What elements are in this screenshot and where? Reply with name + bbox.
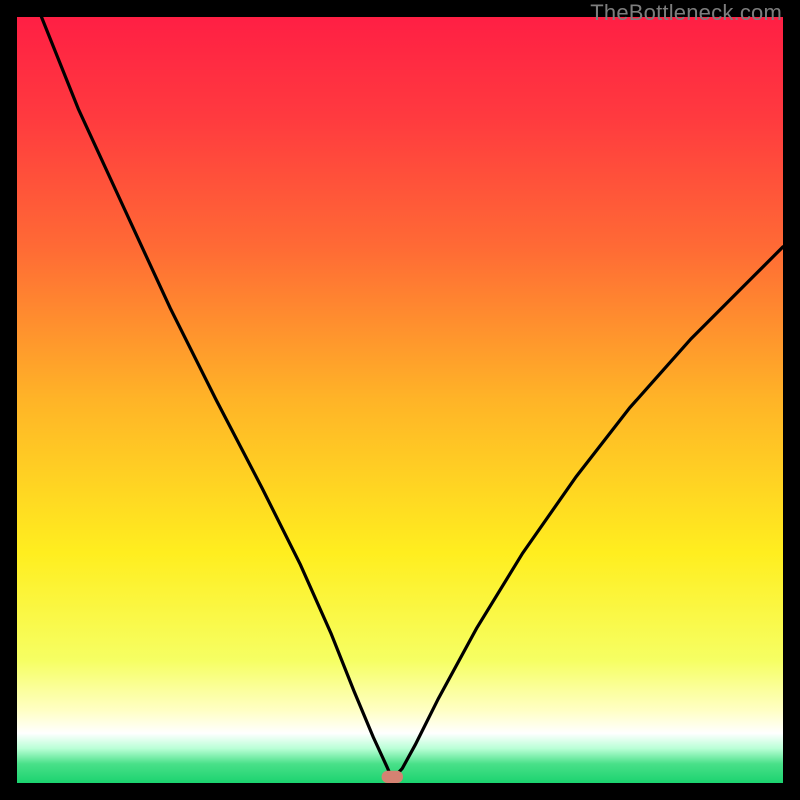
watermark-text: TheBottleneck.com: [590, 0, 782, 26]
minimum-marker: [382, 771, 403, 783]
gradient-bg: [17, 17, 783, 783]
chart-svg: [17, 17, 783, 783]
chart-frame: [17, 17, 783, 783]
